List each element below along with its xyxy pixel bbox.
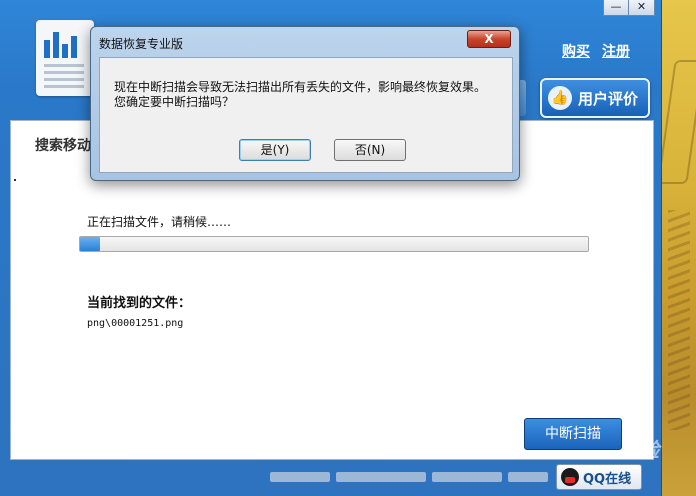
scan-progress-fill (80, 237, 101, 251)
qq-penguin-icon (561, 468, 579, 486)
register-link[interactable]: 注册 (602, 41, 630, 61)
qq-online-label: QQ在线 (583, 471, 632, 487)
confirm-dialog: 数据恢复专业版 X 现在中断扫描会导致无法扫描出所有丢失的文件，影响最终恢复效果… (90, 26, 520, 181)
yes-button[interactable]: 是(Y) (239, 139, 311, 161)
top-links: 购买 注册 (562, 41, 630, 61)
found-file-path: png\00001251.png (87, 318, 184, 329)
scan-progress-bar (79, 236, 589, 252)
section-title: 搜索移动 (35, 138, 91, 154)
stop-scan-button[interactable]: 中断扫描 (524, 418, 622, 450)
dialog-message: 现在中断扫描会导致无法扫描出所有丢失的文件，影响最终恢复效果。 您确定要中断扫描… (114, 80, 504, 110)
status-bar (270, 472, 548, 482)
dialog-message-line-2: 您确定要中断扫描吗？ (114, 95, 235, 109)
dialog-body: 现在中断扫描会导致无法扫描出所有丢失的文件，影响最终恢复效果。 您确定要中断扫描… (99, 57, 513, 173)
user-rating-button[interactable]: 👍 用户评价 (540, 78, 650, 118)
desktop-background (662, 0, 696, 496)
no-button[interactable]: 否(N) (334, 139, 406, 161)
minimize-button[interactable]: — (603, 0, 629, 16)
chart-bars-icon (44, 28, 77, 58)
user-rating-label: 用户评价 (578, 89, 639, 108)
dialog-message-line-1: 现在中断扫描会导致无法扫描出所有丢失的文件，影响最终恢复效果。 (114, 80, 487, 94)
scan-status-text: 正在扫描文件，请稍候…… (87, 215, 232, 229)
buy-link[interactable]: 购买 (562, 41, 590, 61)
thumbs-up-icon: 👍 (548, 86, 572, 110)
app-logo (36, 20, 94, 96)
window-close-button[interactable]: ✕ (629, 0, 655, 16)
dialog-title: 数据恢复专业版 (99, 37, 184, 51)
stray-dot (14, 179, 16, 181)
dialog-close-button[interactable]: X (467, 30, 511, 48)
document-lines-icon (44, 64, 84, 92)
window-controls: — ✕ (603, 0, 655, 16)
qq-online-button[interactable]: QQ在线 (556, 464, 642, 490)
found-file-label: 当前找到的文件： (87, 296, 192, 311)
